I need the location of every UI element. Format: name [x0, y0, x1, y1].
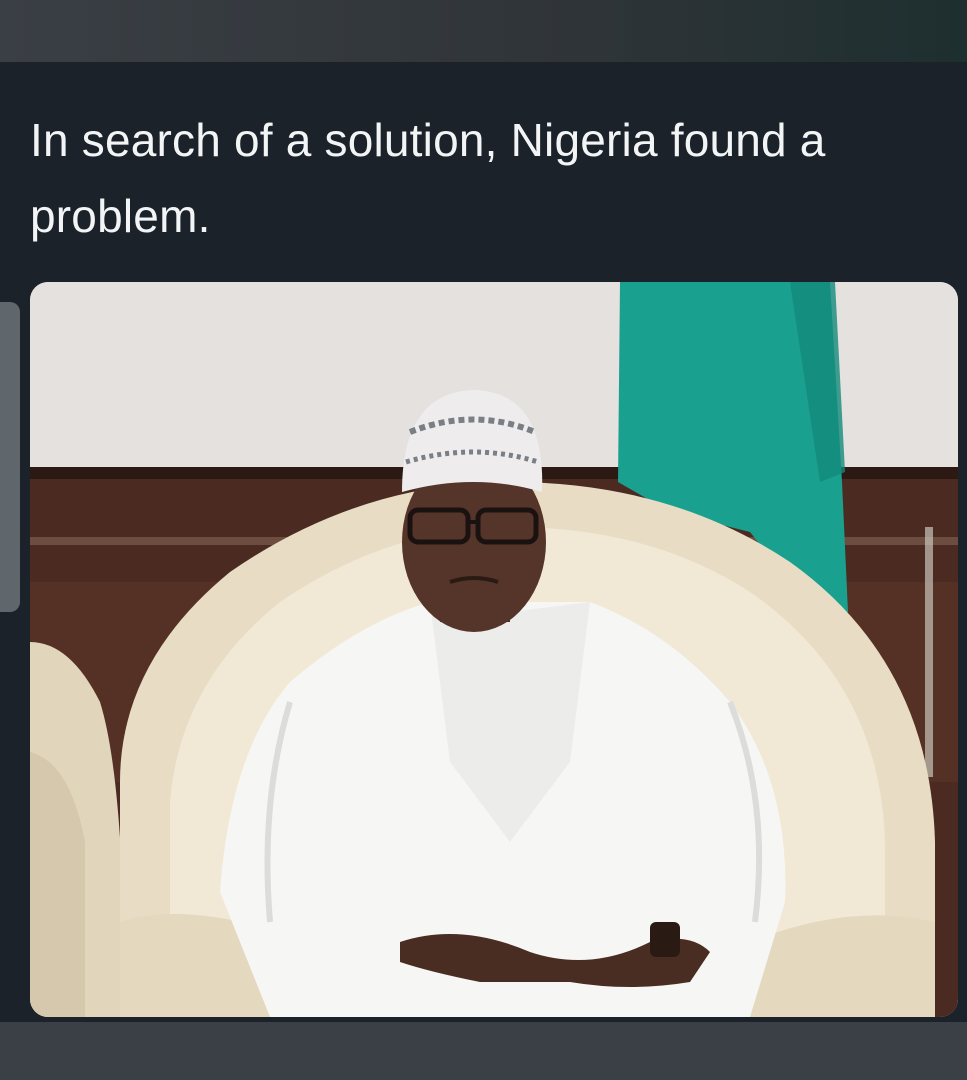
bottom-bar — [0, 1022, 967, 1080]
post-text: In search of a solution, Nigeria found a… — [30, 114, 826, 242]
post-image[interactable] — [30, 282, 958, 1017]
side-drawer-handle[interactable] — [0, 302, 20, 612]
top-status-bar — [0, 0, 967, 62]
post-card[interactable]: In search of a solution, Nigeria found a… — [0, 62, 967, 1022]
photo-illustration — [30, 282, 958, 1017]
